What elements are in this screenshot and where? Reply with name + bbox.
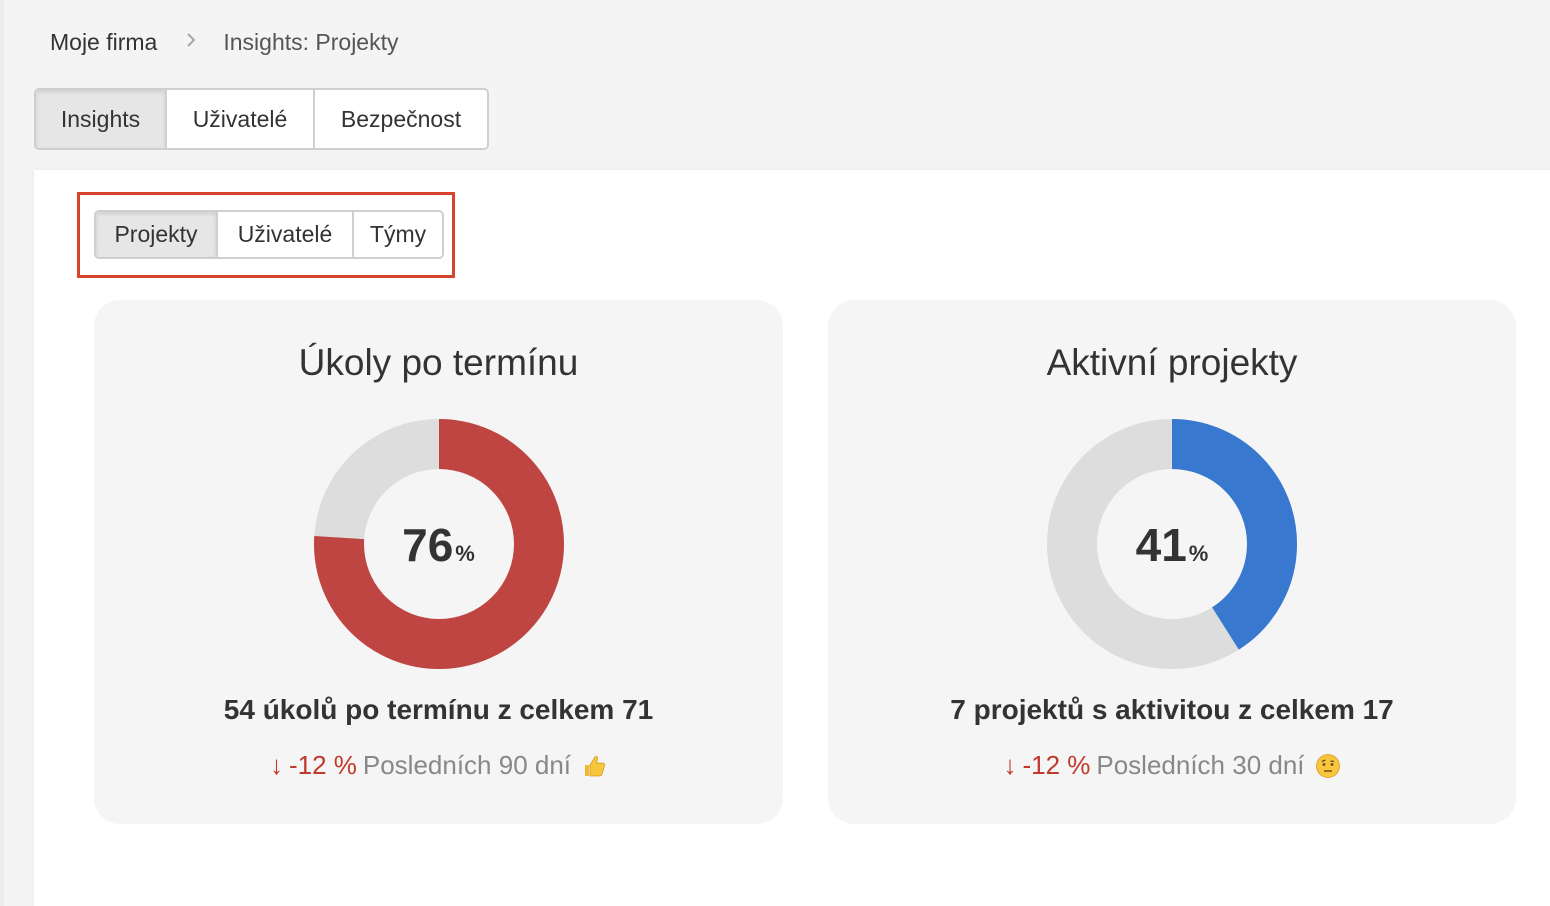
breadcrumb-home-link[interactable]: Moje firma bbox=[50, 29, 157, 56]
card-title: Úkoly po termínu bbox=[298, 342, 579, 383]
trend-row: ↓ -12 % Posledních 90 dní bbox=[94, 750, 783, 781]
chevron-right-icon bbox=[185, 29, 197, 55]
trend-period: Posledních 30 dní bbox=[1096, 750, 1305, 780]
trend-change: -12 % bbox=[1022, 750, 1091, 780]
tab-bezpecnost[interactable]: Bezpečnost bbox=[315, 90, 487, 148]
subtab-projekty[interactable]: Projekty bbox=[96, 212, 218, 257]
percent-value: 76% bbox=[402, 519, 475, 571]
breadcrumb-current: Insights: Projekty bbox=[223, 28, 399, 55]
tab-uzivatele[interactable]: Uživatelé bbox=[167, 90, 315, 148]
arrow-down-icon: ↓ bbox=[269, 750, 283, 780]
arrow-down-icon: ↓ bbox=[1003, 750, 1017, 780]
raised-eyebrow-face-icon bbox=[1315, 753, 1340, 778]
active-projects-card: Aktivní projekty 41% 7 projektů s aktivi… bbox=[828, 300, 1516, 824]
percent-value: 41% bbox=[1135, 519, 1209, 571]
thumbs-up-icon bbox=[585, 755, 606, 776]
tab-insights[interactable]: Insights bbox=[36, 90, 167, 148]
subtab-tymy[interactable]: Týmy bbox=[354, 212, 442, 257]
trend-change: -12 % bbox=[288, 750, 357, 780]
sub-tabs: Projekty Uživatelé Týmy bbox=[94, 210, 444, 259]
subtab-uzivatele[interactable]: Uživatelé bbox=[218, 212, 354, 257]
trend-period: Posledních 90 dní bbox=[362, 750, 572, 780]
breadcrumb: Moje firma Insights: Projekty bbox=[50, 26, 399, 58]
main-tabs: Insights Uživatelé Bezpečnost bbox=[34, 88, 489, 150]
trend-row: ↓ -12 % Posledních 30 dní bbox=[828, 750, 1516, 781]
left-edge-divider bbox=[0, 0, 4, 906]
summary-text: 54 úkolů po termínu z celkem 71 bbox=[223, 694, 654, 725]
summary-text: 7 projektů s aktivitou z celkem 17 bbox=[950, 694, 1394, 725]
card-title: Aktivní projekty bbox=[1046, 342, 1298, 383]
overdue-tasks-card: Úkoly po termínu 76% 54 úkolů po termínu… bbox=[94, 300, 783, 824]
